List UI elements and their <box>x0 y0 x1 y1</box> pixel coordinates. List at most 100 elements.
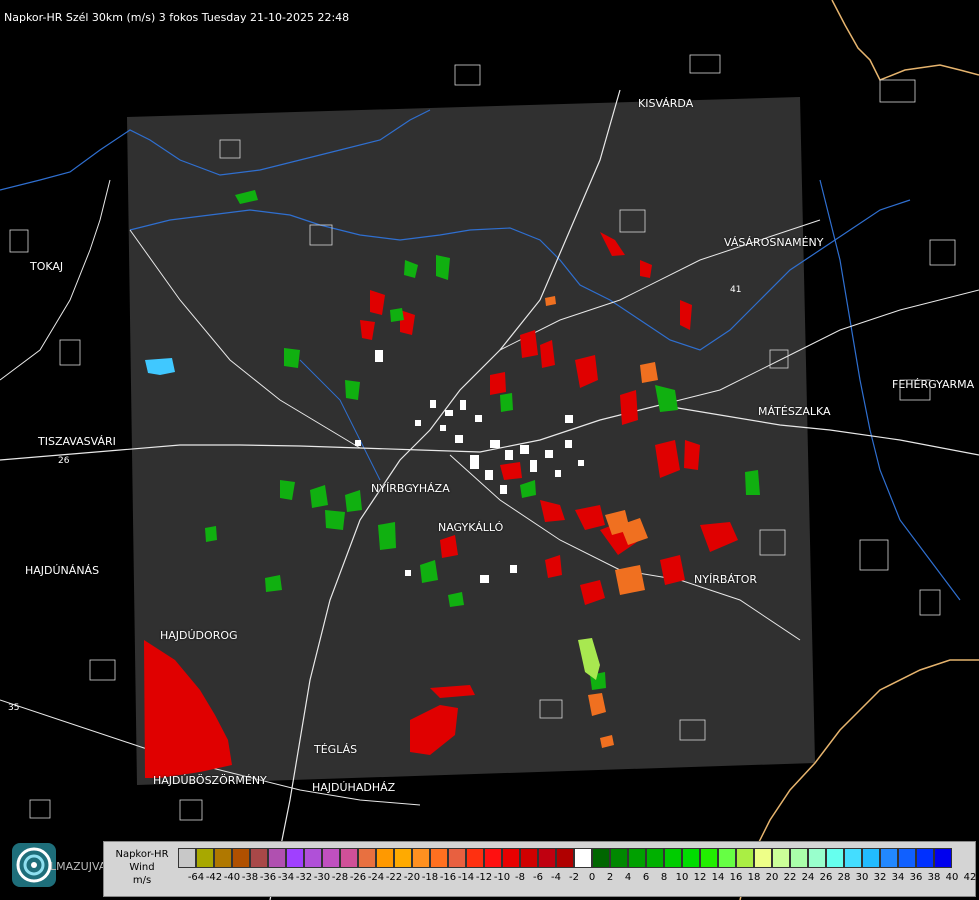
legend-tick-label: 18 <box>747 872 761 883</box>
legend-swatch <box>772 848 790 868</box>
legend-tick-label: -26 <box>349 872 367 883</box>
legend-tick-label: 14 <box>711 872 725 883</box>
city-label-vasarosnameny: VÁSÁROSNAMÉNY <box>724 236 824 249</box>
legend-tick-label: -14 <box>457 872 475 883</box>
legend-tick-label: -6 <box>533 872 543 883</box>
legend-swatch <box>880 848 898 868</box>
legend-swatch <box>736 848 754 868</box>
legend-tick-label: 20 <box>765 872 779 883</box>
legend-tick-label: 30 <box>855 872 869 883</box>
legend-tick-label: 22 <box>783 872 797 883</box>
legend-swatch <box>808 848 826 868</box>
legend-tick-label: 4 <box>624 872 632 883</box>
legend-swatch <box>448 848 466 868</box>
legend-tick-label: -8 <box>515 872 525 883</box>
legend-swatch <box>898 848 916 868</box>
legend-swatch <box>646 848 664 868</box>
legend-tick-label: 6 <box>642 872 650 883</box>
legend-swatch <box>484 848 502 868</box>
legend-swatch <box>196 848 214 868</box>
legend-swatch <box>790 848 808 868</box>
legend-swatch <box>322 848 340 868</box>
legend-swatch <box>466 848 484 868</box>
road-label: 35 <box>8 703 19 713</box>
legend-tick-label: -64 <box>187 872 205 883</box>
legend-tick-label: 32 <box>873 872 887 883</box>
legend-swatch <box>574 848 592 868</box>
legend-tick-label: -42 <box>205 872 223 883</box>
legend-tick-label: -2 <box>569 872 579 883</box>
city-label-kisvarda: KISVÁRDA <box>638 97 694 110</box>
city-label-hajdunanas: HAJDÚNÁNÁS <box>25 564 100 577</box>
legend-tick-label: 28 <box>837 872 851 883</box>
legend-swatch <box>844 848 862 868</box>
legend-swatch <box>502 848 520 868</box>
legend-swatch <box>538 848 556 868</box>
legend-swatch <box>934 848 952 868</box>
city-label-hajduboszormeny: HAJDÚBÖSZÖRMÉNY <box>153 774 267 787</box>
legend-swatch <box>394 848 412 868</box>
legend-tick-label: 10 <box>675 872 689 883</box>
city-label-tiszavasvari: TISZAVASVÁRI <box>38 435 116 448</box>
legend-swatch <box>178 848 196 868</box>
city-label-fehergyarmat: FEHÉRGYARMA <box>892 378 975 391</box>
city-label-nyiregyhaza: NYÍRBGYHÁZA <box>371 482 450 495</box>
city-label-tokaj: TOKAJ <box>30 260 64 273</box>
city-label-mateszalka: MÁTÉSZALKA <box>758 405 831 418</box>
legend-tick-label: -34 <box>277 872 295 883</box>
city-label-teglas: TÉGLÁS <box>314 743 358 756</box>
legend-swatch <box>520 848 538 868</box>
legend-tick-label: -10 <box>493 872 511 883</box>
legend-tick-label: 0 <box>588 872 596 883</box>
legend-swatch <box>916 848 934 868</box>
legend-swatch <box>628 848 646 868</box>
legend-swatch <box>754 848 772 868</box>
legend-tick-label: 8 <box>660 872 668 883</box>
legend-swatches <box>178 848 952 868</box>
legend-tick-label: 42 <box>963 872 977 883</box>
legend-tick-label: 12 <box>693 872 707 883</box>
legend-tick-label: -30 <box>313 872 331 883</box>
legend-swatch <box>250 848 268 868</box>
city-label-hajdudorog: HAJDÚDOROG <box>160 629 238 642</box>
legend-tick-label: -24 <box>367 872 385 883</box>
legend-swatch <box>592 848 610 868</box>
city-label-hajduhadhaz: HAJDÚHADHÁZ <box>312 781 396 794</box>
radar-coverage-area <box>127 97 815 785</box>
legend-tick-label: 34 <box>891 872 905 883</box>
legend-swatch <box>700 848 718 868</box>
legend-swatch <box>682 848 700 868</box>
legend-tick-label: 38 <box>927 872 941 883</box>
radar-echo-cyan <box>145 358 175 375</box>
legend-title: Napkor-HR Wind m/s <box>115 849 169 886</box>
legend-swatch <box>286 848 304 868</box>
legend-tick-label: -40 <box>223 872 241 883</box>
legend-swatch <box>232 848 250 868</box>
city-label-nagykallo: NAGYKÁLLÓ <box>438 521 504 534</box>
legend-tick-label: 40 <box>945 872 959 883</box>
legend-swatch <box>718 848 736 868</box>
legend-tick-label: 36 <box>909 872 923 883</box>
legend-swatch <box>376 848 394 868</box>
legend-tick-label: -16 <box>439 872 457 883</box>
legend-tick-label: -28 <box>331 872 349 883</box>
legend-swatch <box>268 848 286 868</box>
city-label-nyirbator: NYÍRBÁTOR <box>694 573 758 586</box>
legend-tick-label: 26 <box>819 872 833 883</box>
legend-tick-label: -12 <box>475 872 493 883</box>
legend-swatch <box>340 848 358 868</box>
map-title: Napkor-HR Szél 30km (m/s) 3 fokos Tuesda… <box>4 11 350 24</box>
color-legend: Napkor-HR Wind m/s -64 -42 -40 -38 -36 -34 -32… <box>103 841 976 897</box>
legend-tick-label: 16 <box>729 872 743 883</box>
legend-tick-label: -32 <box>295 872 313 883</box>
legend-swatch <box>826 848 844 868</box>
radar-map: 26 35 41 <box>0 0 979 900</box>
legend-swatch <box>358 848 376 868</box>
road-label: 41 <box>730 285 741 295</box>
legend-tick-label: -38 <box>241 872 259 883</box>
legend-swatch <box>862 848 880 868</box>
legend-swatch <box>556 848 574 868</box>
legend-swatch <box>430 848 448 868</box>
road-label: 26 <box>58 456 70 466</box>
legend-tick-label: -4 <box>551 872 561 883</box>
